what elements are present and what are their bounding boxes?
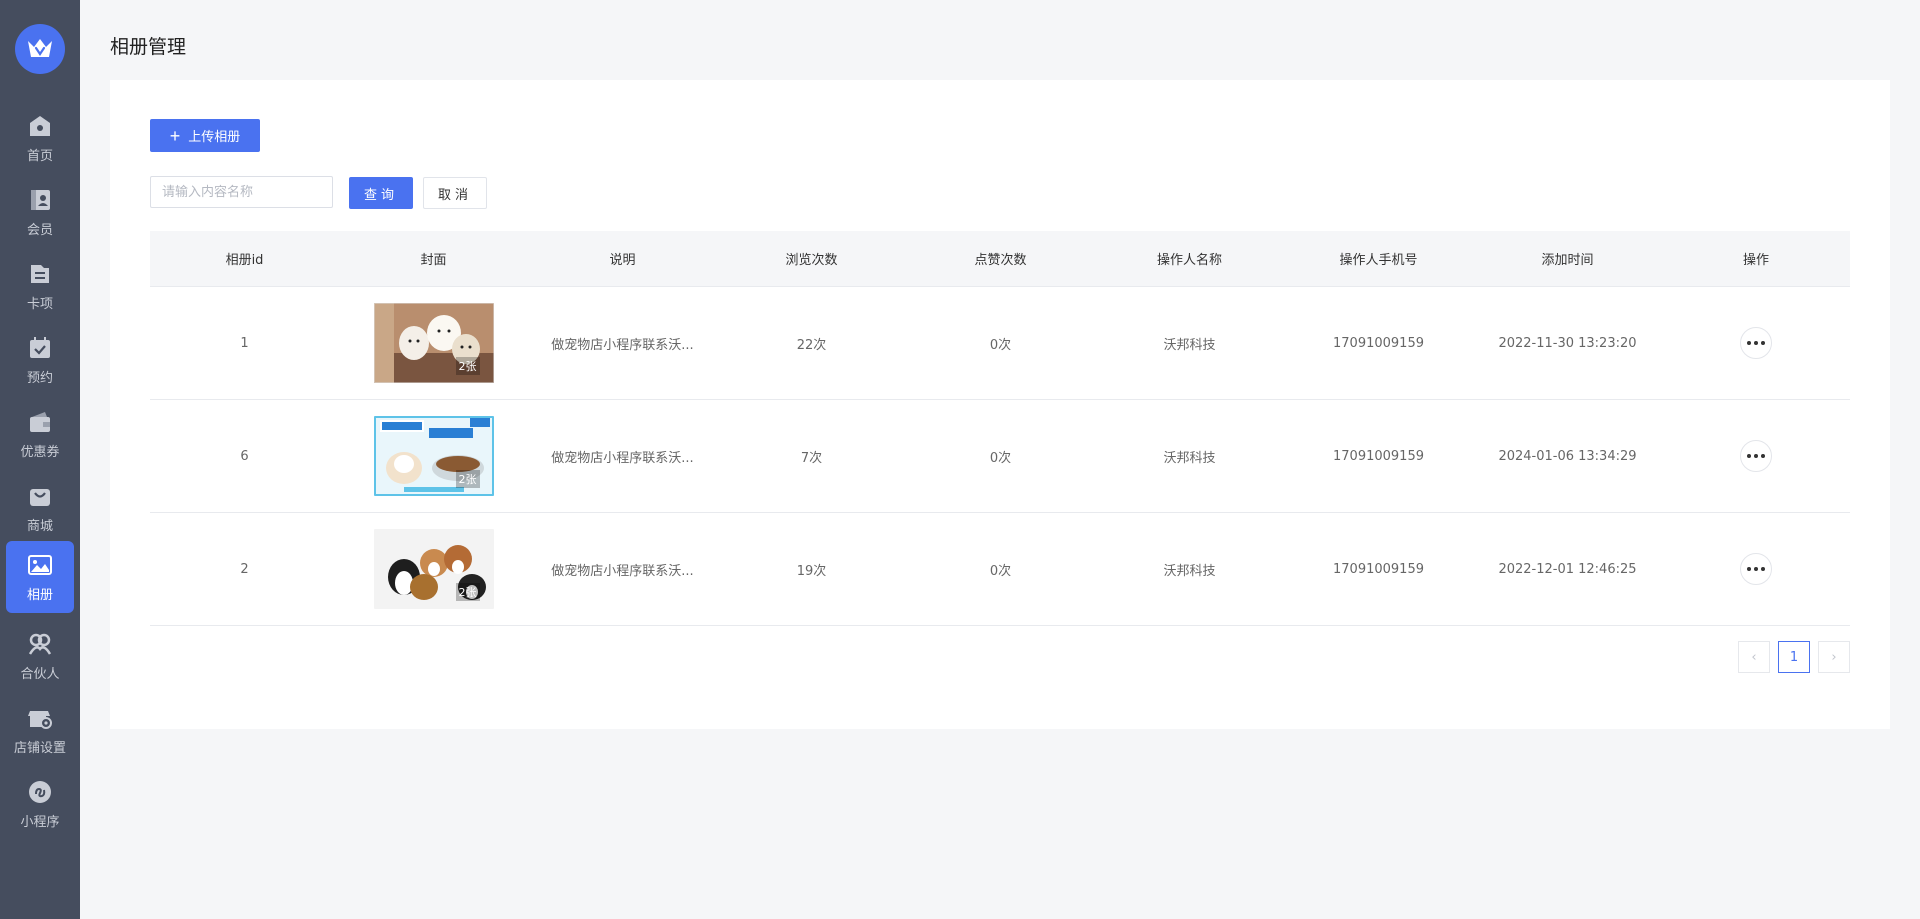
sidebar-item-label: 优惠券	[20, 444, 60, 460]
sidebar-item-coupon[interactable]: 优惠券	[6, 398, 74, 470]
sidebar-item-label: 合伙人	[20, 666, 60, 682]
sidebar-item-label: 预约	[26, 370, 53, 386]
column-header: 添加时间	[1541, 253, 1594, 268]
column-header: 操作	[1742, 253, 1769, 268]
view-count: 19次	[796, 563, 827, 579]
home-icon	[27, 113, 53, 139]
sidebar-item-label: 相册	[26, 587, 53, 603]
sidebar-item-home[interactable]: 首页	[6, 102, 74, 174]
cover-image-count: 2张	[455, 470, 480, 488]
added-time: 2022-12-01 12:46:25	[1498, 561, 1637, 577]
brand-logo[interactable]	[15, 24, 65, 74]
calendar-check-icon	[27, 335, 53, 361]
operator-phone: 17091009159	[1333, 335, 1424, 351]
sidebar-item-album[interactable]: 相册	[6, 541, 74, 613]
sidebar-item-label: 商城	[26, 518, 53, 534]
sidebar: 首页 会员 卡项 预约 优惠券 商城 相册 合伙人 店铺设置 小程序	[0, 0, 80, 919]
album-id: 2	[240, 561, 249, 577]
next-page-button[interactable]: ›	[1818, 641, 1850, 673]
like-count: 0次	[989, 337, 1012, 353]
page-number[interactable]: 1	[1778, 641, 1810, 673]
album-id: 6	[240, 448, 249, 464]
column-header: 相册id	[225, 253, 264, 268]
sidebar-item-label: 店铺设置	[13, 740, 66, 756]
pagination: ‹ 1 ›	[1738, 641, 1850, 673]
more-actions-button[interactable]	[1740, 553, 1772, 585]
more-actions-button[interactable]	[1740, 440, 1772, 472]
column-header: 操作人手机号	[1339, 253, 1418, 268]
album-cover-image[interactable]: 2张	[373, 303, 494, 383]
sidebar-item-cards[interactable]: 卡项	[6, 250, 74, 322]
image-icon	[27, 552, 53, 578]
like-count: 0次	[989, 450, 1012, 466]
partner-icon	[27, 631, 53, 657]
table-row: 1 2张 做宠物店小程序联系沃... 22次 0次 沃邦科技 170910091…	[150, 287, 1850, 400]
album-description: 做宠物店小程序联系沃...	[551, 563, 694, 579]
sidebar-item-mini-program[interactable]: 小程序	[6, 768, 74, 840]
upload-album-label: 上传相册	[188, 129, 241, 144]
operator-name: 沃邦科技	[1163, 450, 1216, 466]
table-header: 相册id 封面 说明 浏览次数 点赞次数 操作人名称 操作人手机号 添加时间 操…	[150, 231, 1850, 287]
album-description: 做宠物店小程序联系沃...	[551, 450, 694, 466]
more-dots-icon	[1747, 341, 1751, 345]
query-button[interactable]: 查询	[349, 177, 413, 209]
added-time: 2024-01-06 13:34:29	[1498, 448, 1637, 464]
operator-phone: 17091009159	[1333, 561, 1424, 577]
view-count: 7次	[800, 450, 823, 466]
more-dots-icon	[1747, 454, 1751, 458]
cover-image-count: 2张	[455, 357, 480, 375]
sidebar-item-label: 卡项	[26, 296, 53, 312]
search-input[interactable]	[150, 176, 333, 208]
sidebar-item-label: 小程序	[20, 814, 60, 830]
operator-phone: 17091009159	[1333, 448, 1424, 464]
member-card-icon	[27, 187, 53, 213]
cancel-button[interactable]: 取消	[423, 177, 487, 209]
sidebar-item-partner[interactable]: 合伙人	[6, 620, 74, 692]
album-table: 相册id 封面 说明 浏览次数 点赞次数 操作人名称 操作人手机号 添加时间 操…	[150, 231, 1850, 626]
table-row: 2 2张 做宠物店小程序联系沃... 19次 0次 沃邦科技 170910091…	[150, 513, 1850, 626]
crown-logo-icon	[28, 39, 52, 57]
column-header: 点赞次数	[974, 253, 1027, 268]
column-header: 操作人名称	[1156, 253, 1222, 268]
sidebar-item-label: 首页	[26, 148, 53, 164]
operator-name: 沃邦科技	[1163, 337, 1216, 353]
sidebar-item-store-settings[interactable]: 店铺设置	[6, 694, 74, 766]
album-cover-image[interactable]: 2张	[373, 416, 494, 496]
column-header: 说明	[609, 253, 636, 268]
operator-name: 沃邦科技	[1163, 563, 1216, 579]
column-header: 浏览次数	[785, 253, 838, 268]
sidebar-item-label: 会员	[26, 222, 53, 238]
sidebar-item-member[interactable]: 会员	[6, 176, 74, 248]
shopping-bag-icon	[27, 483, 53, 509]
prev-page-button[interactable]: ‹	[1738, 641, 1770, 673]
card-list-icon	[27, 261, 53, 287]
cover-image-count: 2张	[455, 583, 480, 601]
more-dots-icon	[1747, 567, 1751, 571]
album-id: 1	[240, 335, 249, 351]
sidebar-item-booking[interactable]: 预约	[6, 324, 74, 396]
album-description: 做宠物店小程序联系沃...	[551, 337, 694, 353]
plus-icon: +	[169, 125, 181, 146]
store-settings-icon	[27, 705, 53, 731]
more-actions-button[interactable]	[1740, 327, 1772, 359]
content-card: + 上传相册 查询 取消 相册id 封面 说明 浏览次数 点赞次数 操作人名称 …	[110, 80, 1890, 729]
album-cover-image[interactable]: 2张	[373, 529, 494, 609]
view-count: 22次	[796, 337, 827, 353]
page-title: 相册管理	[110, 36, 187, 58]
wallet-icon	[27, 409, 53, 435]
table-row: 6 2张 做宠物店小程序联系沃... 7次 0次 沃邦科技 1709100915…	[150, 400, 1850, 513]
sidebar-item-mall[interactable]: 商城	[6, 472, 74, 544]
added-time: 2022-11-30 13:23:20	[1498, 335, 1637, 351]
column-header: 封面	[420, 253, 447, 268]
mini-program-icon	[27, 779, 53, 805]
like-count: 0次	[989, 563, 1012, 579]
upload-album-button[interactable]: + 上传相册	[150, 119, 260, 152]
